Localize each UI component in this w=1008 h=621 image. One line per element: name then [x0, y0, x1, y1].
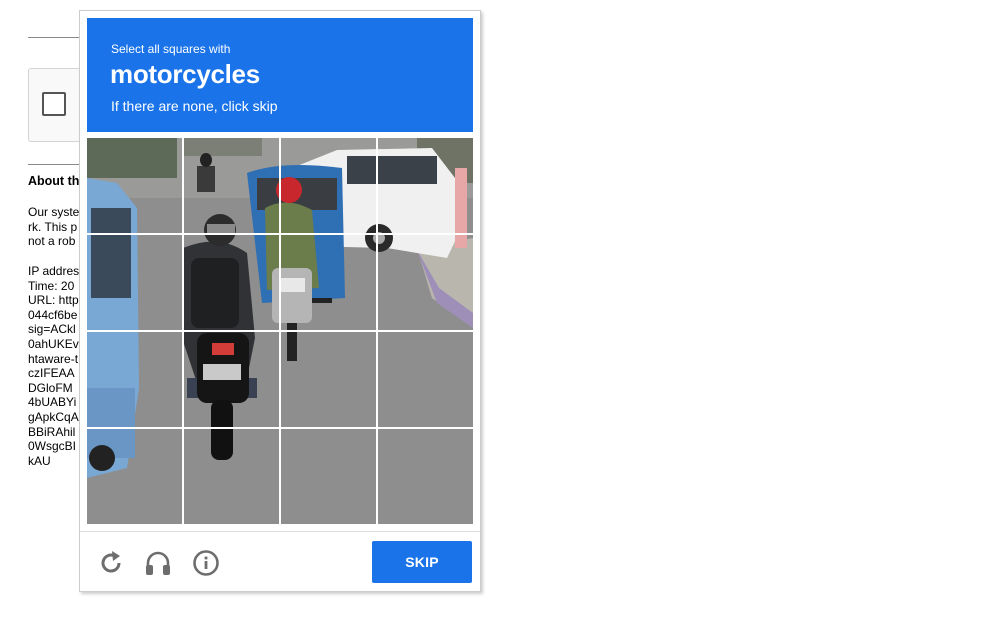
- recaptcha-checkbox[interactable]: [42, 92, 66, 116]
- captcha-challenge-popup: Select all squares with motorcycles If t…: [79, 10, 481, 592]
- image-grid: [87, 138, 473, 524]
- reload-icon[interactable]: [96, 548, 126, 578]
- grid-tile[interactable]: [184, 429, 279, 524]
- skip-hint-text: If there are none, click skip: [111, 98, 278, 114]
- grid-tile[interactable]: [87, 138, 182, 233]
- grid-tile[interactable]: [281, 138, 376, 233]
- tile-grid: [87, 138, 473, 524]
- instruction-banner: Select all squares with motorcycles If t…: [87, 18, 473, 132]
- grid-tile[interactable]: [184, 332, 279, 427]
- skip-button[interactable]: SKIP: [372, 541, 472, 583]
- footer-divider: [80, 531, 480, 532]
- grid-tile[interactable]: [87, 332, 182, 427]
- audio-icon[interactable]: [143, 548, 173, 578]
- grid-tile[interactable]: [378, 138, 473, 233]
- instruction-text: Select all squares with: [111, 42, 231, 56]
- grid-tile[interactable]: [184, 235, 279, 330]
- grid-tile[interactable]: [378, 429, 473, 524]
- grid-tile[interactable]: [378, 332, 473, 427]
- grid-tile[interactable]: [281, 235, 376, 330]
- target-object-label: motorcycles: [110, 59, 260, 89]
- grid-tile[interactable]: [281, 429, 376, 524]
- grid-tile[interactable]: [87, 235, 182, 330]
- grid-tile[interactable]: [184, 138, 279, 233]
- grid-tile[interactable]: [281, 332, 376, 427]
- grid-tile[interactable]: [87, 429, 182, 524]
- grid-tile[interactable]: [378, 235, 473, 330]
- info-icon[interactable]: [191, 548, 221, 578]
